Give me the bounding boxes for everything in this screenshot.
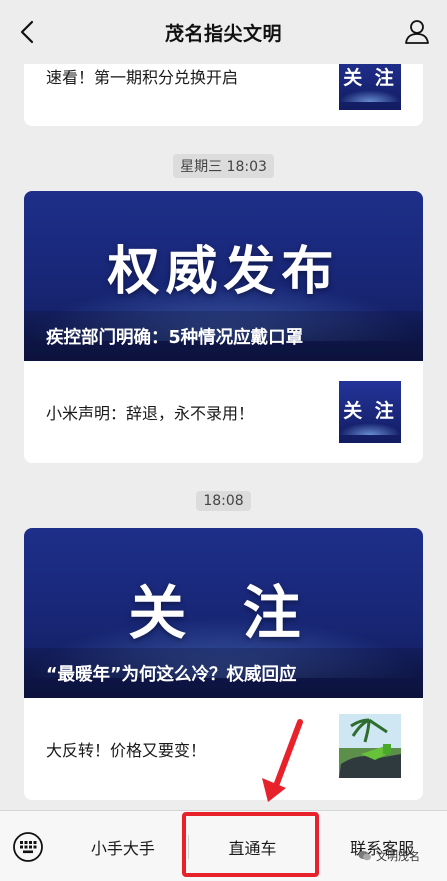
hero-text: 关 注 [128, 579, 319, 647]
menu-tab-xiaoshou[interactable]: 小手大手 [58, 811, 188, 881]
article-title: 速看！第一期积分兑换开启 [46, 68, 239, 87]
watermark: 文明茂名 [358, 848, 420, 864]
message-feed: 速看！第一期积分兑换开启 关 注 星期三 18:03 权威发布 疾控部门明确：5… [0, 0, 447, 810]
hero-image[interactable]: 关 注 “最暖年”为何这么冷？权威回应 [24, 528, 423, 698]
article-card[interactable]: 关 注 “最暖年”为何这么冷？权威回应 大反转！价格又要变！ [24, 528, 423, 800]
wechat-logo-icon [358, 851, 371, 861]
thumbnail-text: 关 注 [343, 399, 397, 422]
hero-text: 权威发布 [107, 241, 340, 302]
back-arrow-icon[interactable] [14, 18, 42, 46]
navigation-bar: 茂名指尖文明 [0, 0, 447, 64]
thumbnail-text: 关 注 [343, 66, 397, 89]
user-profile-icon[interactable] [403, 18, 431, 46]
menu-tab-customer-service[interactable]: 联系客服 [317, 811, 447, 881]
article-title: 大反转！价格又要变！ [46, 741, 207, 760]
timestamp: 18:08 [0, 491, 447, 511]
fuel-pump-photo [339, 714, 401, 778]
highlight-box [182, 812, 319, 877]
article-title: 小米声明：辞退，永不录用！ [46, 404, 255, 423]
article-thumbnail: 关 注 [339, 381, 401, 443]
hero-caption: “最暖年”为何这么冷？权威回应 [24, 648, 423, 698]
timestamp: 星期三 18:03 [0, 154, 447, 178]
page-title: 茂名指尖文明 [164, 22, 282, 45]
article-row[interactable]: 大反转！价格又要变！ [24, 698, 423, 800]
article-row[interactable]: 小米声明：辞退，永不录用！ 关 注 [24, 361, 423, 463]
hero-image[interactable]: 权威发布 疾控部门明确：5种情况应戴口罩 [24, 191, 423, 361]
hero-caption: 疾控部门明确：5种情况应戴口罩 [24, 311, 423, 361]
keyboard-icon[interactable] [12, 831, 44, 863]
article-card[interactable]: 权威发布 疾控部门明确：5种情况应戴口罩 小米声明：辞退，永不录用！ 关 注 [24, 191, 423, 463]
